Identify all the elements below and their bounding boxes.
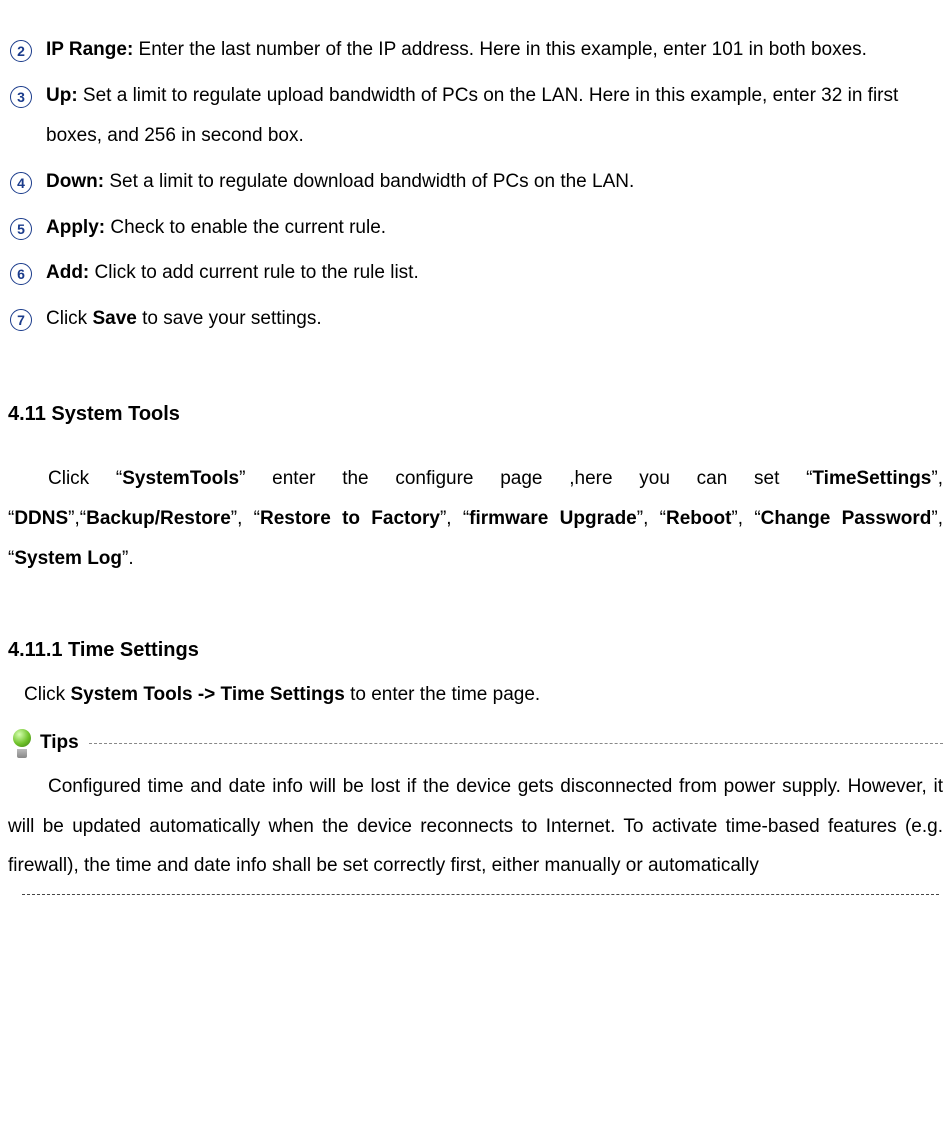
list-item-body: Up: Set a limit to regulate upload bandw… (46, 76, 943, 156)
keyword: Change Password (761, 508, 932, 529)
list-item: 7 Click Save to save your settings. (8, 299, 943, 339)
term: IP Range: (46, 39, 133, 60)
tips-label: Tips (40, 723, 79, 763)
dashed-rule (89, 743, 943, 744)
numbered-list: 2 IP Range: Enter the last number of the… (8, 30, 943, 339)
subsection-heading: 4.11.1 Time Settings (8, 629, 943, 671)
tips-header: Tips (8, 723, 943, 763)
text: Click (24, 684, 70, 705)
definition: Check to enable the current rule. (105, 217, 386, 238)
text: Click “ (48, 468, 122, 489)
keyword: Reboot (666, 508, 731, 529)
text: ”,“ (68, 508, 86, 529)
term: Up: (46, 85, 78, 106)
circled-number-icon: 6 (10, 263, 32, 285)
list-item: 3 Up: Set a limit to regulate upload ban… (8, 76, 943, 156)
term: Down: (46, 171, 104, 192)
text: ”, “ (440, 508, 469, 529)
circled-number-icon: 4 (10, 172, 32, 194)
list-item: 4 Down: Set a limit to regulate download… (8, 162, 943, 202)
save-label: Save (92, 308, 136, 329)
list-item-body: Apply: Check to enable the current rule. (46, 208, 943, 248)
term: Add: (46, 262, 89, 283)
definition: Set a limit to regulate upload bandwidth… (46, 85, 898, 146)
nav-path: System Tools -> Time Settings (70, 684, 344, 705)
list-item: 5 Apply: Check to enable the current rul… (8, 208, 943, 248)
definition: Set a limit to regulate download bandwid… (104, 171, 634, 192)
keyword: Backup/Restore (86, 508, 231, 529)
list-item: 2 IP Range: Enter the last number of the… (8, 30, 943, 70)
text: to save your settings. (137, 308, 322, 329)
term: Apply: (46, 217, 105, 238)
keyword: DDNS (14, 508, 68, 529)
keyword: Restore to Factory (260, 508, 440, 529)
dashed-rule (22, 894, 939, 895)
section-heading: 4.11 System Tools (8, 393, 943, 435)
text: to enter the time page. (345, 684, 540, 705)
list-item-body: Click Save to save your settings. (46, 299, 943, 339)
circled-number-icon: 3 (10, 86, 32, 108)
text: Click (46, 308, 92, 329)
list-item-body: Down: Set a limit to regulate download b… (46, 162, 943, 202)
text: ”, “ (731, 508, 760, 529)
circled-number-icon: 7 (10, 309, 32, 331)
text: ” enter the configure page ,here you can… (239, 468, 812, 489)
instruction-line: Click System Tools -> Time Settings to e… (8, 675, 943, 715)
keyword: System Log (14, 548, 122, 569)
list-item: 6 Add: Click to add current rule to the … (8, 253, 943, 293)
list-item-body: IP Range: Enter the last number of the I… (46, 30, 943, 70)
keyword: TimeSettings (812, 468, 931, 489)
tips-body: Configured time and date info will be lo… (8, 767, 943, 887)
circled-number-icon: 5 (10, 218, 32, 240)
list-item-body: Add: Click to add current rule to the ru… (46, 253, 943, 293)
keyword: firmware Upgrade (469, 508, 637, 529)
keyword: SystemTools (122, 468, 239, 489)
text: ”. (122, 548, 134, 569)
definition: Enter the last number of the IP address.… (133, 39, 867, 60)
text: ”, “ (231, 508, 260, 529)
section-paragraph: Click “SystemTools” enter the configure … (8, 459, 943, 579)
lightbulb-icon (12, 728, 32, 758)
definition: Click to add current rule to the rule li… (89, 262, 418, 283)
text: ”, “ (637, 508, 666, 529)
circled-number-icon: 2 (10, 40, 32, 62)
